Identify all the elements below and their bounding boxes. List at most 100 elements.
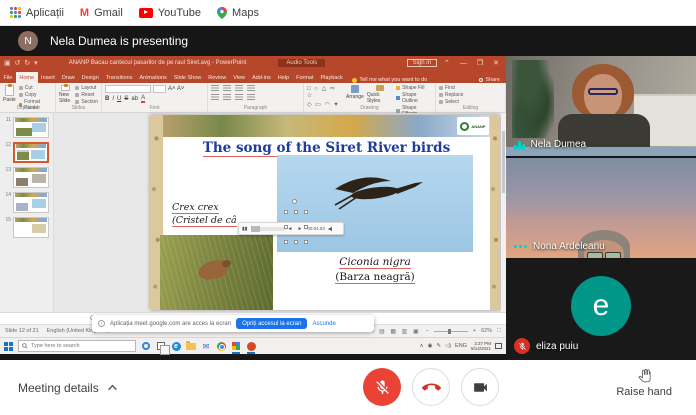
right-species-latin[interactable]: Ciconia nigra xyxy=(277,256,473,268)
quick-access-toolbar[interactable]: ▣ ↺ ↻ ▾ xyxy=(4,59,39,67)
cortana-icon[interactable] xyxy=(141,341,151,351)
mail-icon[interactable]: ✉ xyxy=(201,341,211,351)
action-center-icon[interactable] xyxy=(495,343,502,349)
shapes-gallery[interactable]: □ ○ △ ⇨ ☆ xyxy=(307,85,343,99)
layout-button[interactable]: Layout xyxy=(75,85,98,91)
grow-shrink-font[interactable]: A˄ A˅ xyxy=(168,85,184,93)
thumbnail-row-14[interactable]: 14 xyxy=(4,192,51,213)
taskbar-search-box[interactable]: Type here to search xyxy=(18,340,136,352)
strikethrough-button[interactable]: S xyxy=(124,96,128,102)
underline-button[interactable]: U xyxy=(117,96,121,102)
columns-icon[interactable] xyxy=(247,94,255,101)
selection-handle[interactable] xyxy=(284,225,288,229)
rotate-handle[interactable] xyxy=(292,199,297,204)
shape-fill-button[interactable]: Shape Fill xyxy=(396,85,432,91)
task-view-icon[interactable] xyxy=(156,341,166,351)
participant-tile-eliza[interactable]: e eliza puiu xyxy=(506,260,696,360)
participant-tile-nela[interactable]: Nela Dumea xyxy=(506,56,696,156)
language-button[interactable]: ENG xyxy=(455,343,467,349)
indent-icon[interactable] xyxy=(235,85,243,92)
view-switcher-icons[interactable]: ▤ ▦ ▥ ▣ xyxy=(379,328,421,335)
tab-add-ins[interactable]: Add-ins xyxy=(249,72,275,83)
bookmark-gmail[interactable]: M Gmail xyxy=(80,7,123,19)
quick-styles-button[interactable]: Quick Styles xyxy=(367,85,393,104)
zoom-level[interactable]: 62% xyxy=(481,328,492,334)
tab-help[interactable]: Help xyxy=(274,72,292,83)
line-spacing-icon[interactable] xyxy=(247,85,255,92)
selection-handle[interactable] xyxy=(304,225,308,229)
arrange-button[interactable]: Arrange xyxy=(346,85,364,104)
copy-button[interactable]: Copy xyxy=(19,92,52,98)
bookmark-maps[interactable]: Maps xyxy=(217,7,259,19)
slide-thumbnail-selected[interactable] xyxy=(13,142,49,163)
volume-icon[interactable] xyxy=(328,226,334,232)
tab-format[interactable]: Format xyxy=(293,72,317,83)
tab-file[interactable]: File xyxy=(0,72,16,83)
left-species-text[interactable]: Crex crex (Cristel de câ xyxy=(172,201,237,227)
bold-button[interactable]: B xyxy=(105,96,109,102)
seek-back-icon[interactable]: ◄ xyxy=(288,226,295,232)
zoom-slider[interactable] xyxy=(434,331,468,332)
selection-handle[interactable] xyxy=(304,210,308,214)
numbering-icon[interactable] xyxy=(223,85,231,92)
paste-button[interactable]: Paste xyxy=(3,85,16,104)
camera-button[interactable] xyxy=(461,368,499,406)
tab-transitions[interactable]: Transitions xyxy=(102,72,136,83)
tab-review[interactable]: Review xyxy=(205,72,230,83)
play-pause-icon[interactable]: ▮▮ xyxy=(242,226,248,232)
tab-slide-show[interactable]: Slide Show xyxy=(170,72,205,83)
new-slide-button[interactable]: New Slide xyxy=(59,85,72,104)
tab-playback[interactable]: Playback xyxy=(317,72,346,83)
participant-tile-nona[interactable]: Nona Ardeleanu xyxy=(506,158,696,258)
align-left-icon[interactable] xyxy=(211,94,219,101)
align-right-icon[interactable] xyxy=(235,94,243,101)
tab-insert[interactable]: Insert xyxy=(38,72,59,83)
restore-icon[interactable]: ❐ xyxy=(474,59,486,67)
slide-thumbnail[interactable] xyxy=(13,192,49,213)
stop-sharing-button[interactable]: Opriți accesul la ecran xyxy=(236,318,307,329)
taskbar-clock[interactable]: 3:37 PM 5/14/2021 xyxy=(471,341,491,351)
selection-handle[interactable] xyxy=(294,240,298,244)
font-name-box[interactable] xyxy=(105,85,151,93)
thumbnail-row-11[interactable]: 11 xyxy=(4,117,51,138)
selection-handle[interactable] xyxy=(284,240,288,244)
align-center-icon[interactable] xyxy=(223,94,231,101)
tray-people-icon[interactable]: ◉ xyxy=(428,343,433,349)
thumbnail-row-12[interactable]: 12 xyxy=(4,142,51,163)
meeting-details-button[interactable]: Meeting details xyxy=(18,360,118,415)
bookmark-youtube[interactable]: YouTube xyxy=(139,7,201,19)
slide-thumbnail[interactable] xyxy=(13,117,49,138)
font-size-box[interactable] xyxy=(153,85,166,93)
zoom-in-icon[interactable]: + xyxy=(473,328,476,334)
selection-handle[interactable] xyxy=(294,210,298,214)
slide-thumbnail[interactable] xyxy=(13,167,49,188)
tab-design[interactable]: Design xyxy=(78,72,102,83)
bookmark-apps[interactable]: Aplicații xyxy=(10,7,64,19)
shape-outline-button[interactable]: Shape Outline xyxy=(396,92,432,104)
close-icon[interactable]: ✕ xyxy=(490,59,502,67)
bullets-icon[interactable] xyxy=(211,85,219,92)
photos-app-icon[interactable] xyxy=(231,341,241,351)
slide-canvas[interactable]: ANANP The song of the Siret River birds … xyxy=(150,115,500,310)
cut-button[interactable]: Cut xyxy=(19,85,52,91)
slide-title[interactable]: The song of the Siret River birds xyxy=(163,140,490,156)
thumbnail-row-15[interactable]: 15 xyxy=(4,217,51,238)
leave-call-button[interactable] xyxy=(412,368,450,406)
raise-hand-button[interactable]: Raise hand xyxy=(616,367,672,398)
tray-volume-icon[interactable]: ◁) xyxy=(445,343,451,349)
tab-home[interactable]: Home xyxy=(16,72,38,83)
stork-photo[interactable] xyxy=(277,155,473,252)
audio-progress-bar[interactable] xyxy=(251,227,285,231)
hide-notification-link[interactable]: Ascunde xyxy=(312,321,335,327)
selection-handle[interactable] xyxy=(304,240,308,244)
corncrake-photo[interactable] xyxy=(160,235,273,310)
zoom-out-icon[interactable]: − xyxy=(426,328,429,334)
tab-draw[interactable]: Draw xyxy=(58,72,78,83)
tab-view[interactable]: View xyxy=(230,72,249,83)
audio-player[interactable]: ▮▮ ◄ ► 00:04.53 xyxy=(238,222,344,235)
italic-button[interactable]: I xyxy=(112,96,114,102)
chrome-icon[interactable] xyxy=(216,341,226,351)
mute-microphone-button[interactable] xyxy=(363,368,401,406)
sign-in-button[interactable]: Sign in xyxy=(407,59,437,67)
minimize-icon[interactable]: — xyxy=(457,60,470,67)
